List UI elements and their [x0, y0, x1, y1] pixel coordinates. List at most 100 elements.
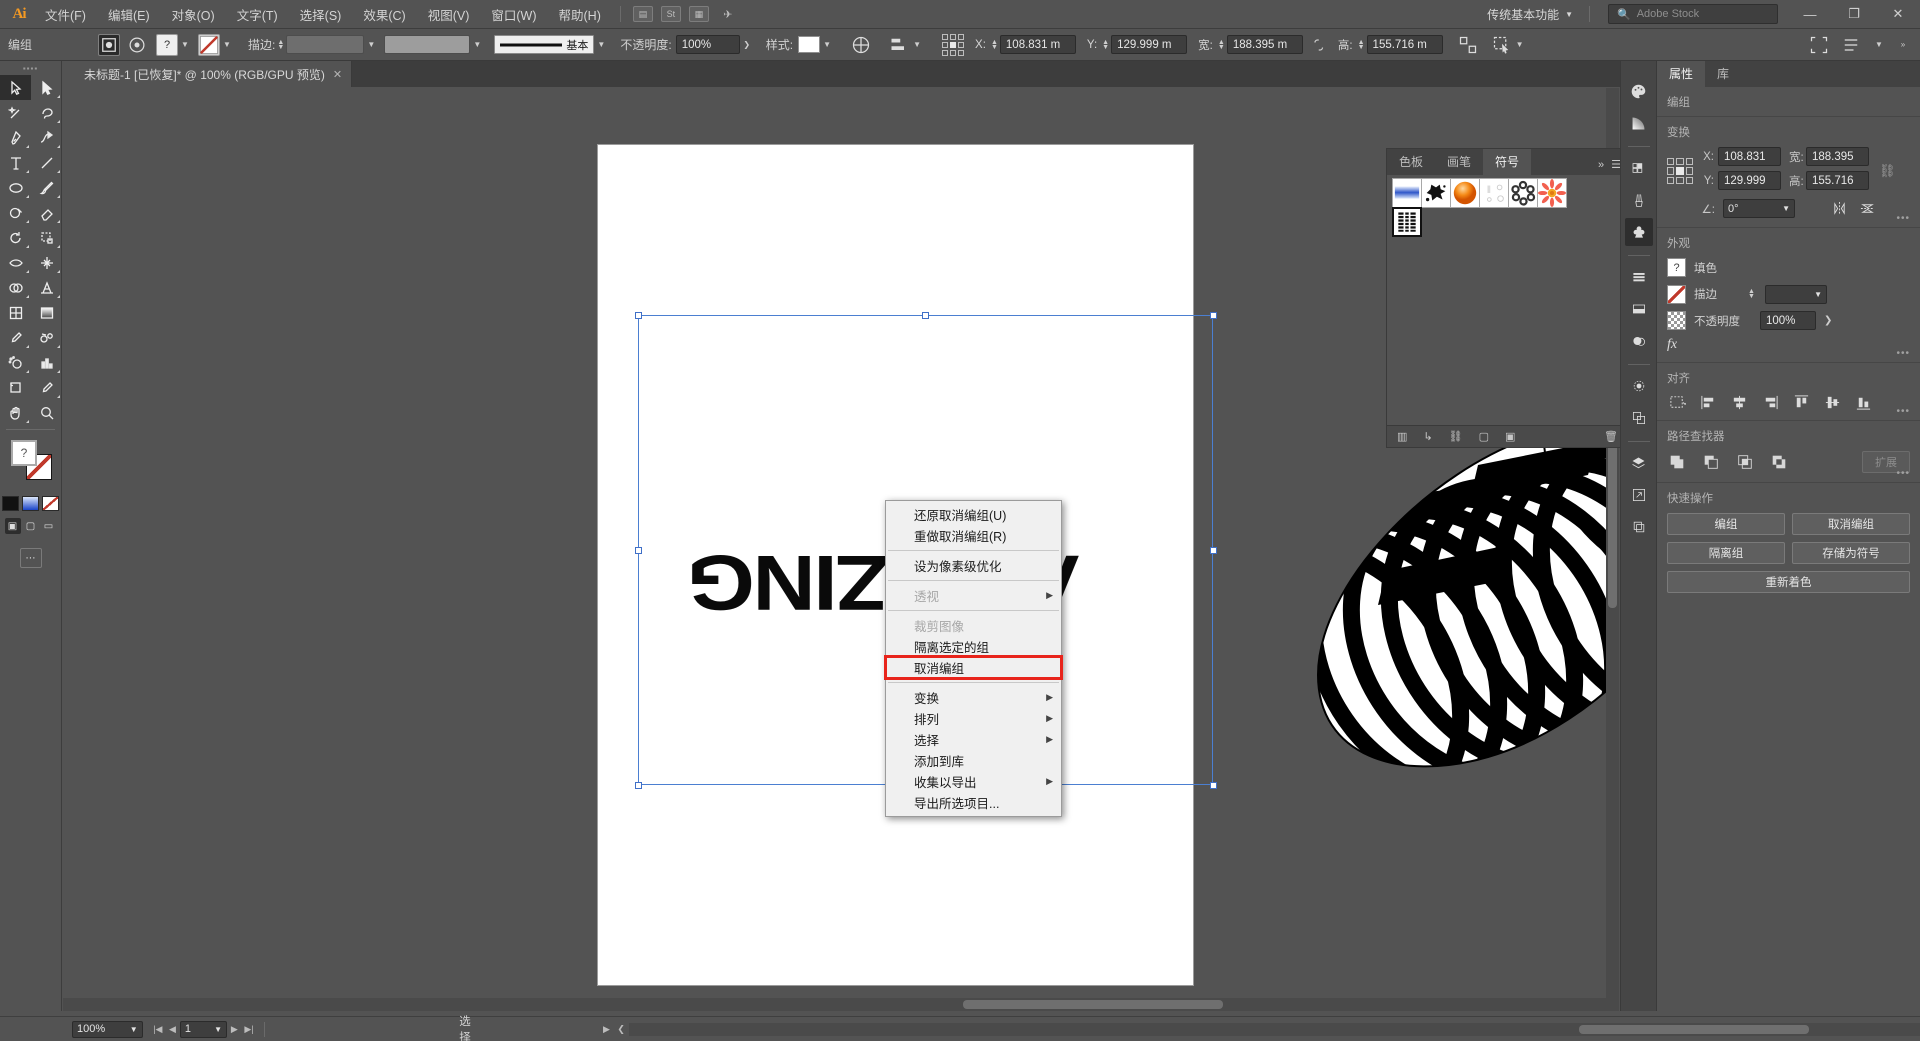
flip-vertical-icon[interactable]	[1857, 200, 1877, 218]
tab-libraries[interactable]: 库	[1705, 61, 1741, 87]
column-graph-tool[interactable]	[31, 350, 62, 375]
context-menu-item-ungroup[interactable]: 取消编组	[886, 657, 1061, 678]
quick-action-recolor-button[interactable]: 重新着色	[1667, 571, 1910, 593]
stroke-weight-chevron-icon[interactable]: ▼	[364, 35, 378, 55]
variable-width-chevron-icon[interactable]: ▼	[470, 35, 484, 55]
minimize-button[interactable]: —	[1788, 0, 1832, 29]
edit-toolbar-icon[interactable]: ⋯	[20, 548, 42, 568]
transform-reference-point[interactable]	[942, 34, 964, 56]
zoom-tool[interactable]	[31, 400, 62, 425]
select-menu-chevron-icon[interactable]: ▼	[1513, 35, 1527, 55]
align-options-icon[interactable]	[888, 34, 910, 56]
tab-properties[interactable]: 属性	[1657, 61, 1705, 87]
magic-wand-tool[interactable]	[0, 100, 31, 125]
width-tool[interactable]	[0, 250, 31, 275]
blend-tool[interactable]	[31, 325, 62, 350]
context-menu-item-pixel-perfect[interactable]: 设为像素级优化	[886, 555, 1061, 576]
tab-symbols[interactable]: 符号	[1483, 149, 1531, 175]
stroke-variable-width-input[interactable]	[384, 35, 470, 54]
canvas-horizontal-scrollbar[interactable]	[63, 998, 1606, 1011]
rail-pathfinder-icon[interactable]	[1625, 295, 1653, 323]
selection-handle-tc[interactable]	[922, 312, 929, 319]
menu-object[interactable]: 对象(O)	[161, 2, 226, 27]
appearance-opacity-input[interactable]: 100%	[1760, 311, 1816, 330]
color-mode-gradient[interactable]	[22, 496, 39, 511]
transform-height-input[interactable]: 155.716	[1806, 171, 1869, 190]
status-horizontal-scrollbar[interactable]	[629, 1023, 1920, 1036]
hand-tool[interactable]	[0, 400, 31, 425]
status-expand-icon[interactable]: ▶	[599, 1021, 614, 1038]
arrange-fullscreen-icon[interactable]	[1808, 34, 1830, 56]
eyedropper-tool[interactable]	[0, 325, 31, 350]
stroke-color-swatch[interactable]	[198, 34, 220, 56]
toolbar-grip[interactable]: ▪▪▪▪	[0, 61, 61, 75]
direct-selection-tool[interactable]	[31, 75, 62, 100]
context-menu-item-export-selection[interactable]: 导出所选项目...	[886, 792, 1061, 813]
collapse-panel-icon[interactable]: »	[1598, 159, 1604, 171]
type-tool[interactable]	[0, 150, 31, 175]
y-input[interactable]: 129.999 m	[1111, 35, 1187, 54]
rail-align-icon[interactable]	[1625, 263, 1653, 291]
menu-help[interactable]: 帮助(H)	[548, 2, 612, 27]
brush-definition-select[interactable]: 基本	[494, 35, 594, 54]
opacity-expand-icon[interactable]: ❯	[1824, 315, 1832, 326]
minus-front-icon[interactable]	[1701, 453, 1721, 471]
rail-gradient-icon[interactable]	[1625, 109, 1653, 137]
lasso-tool[interactable]	[31, 100, 62, 125]
selection-handle-bl[interactable]	[635, 782, 642, 789]
stock-search-input[interactable]: 🔍 Adobe Stock	[1608, 4, 1778, 24]
y-stepper[interactable]: ▲▼	[1100, 35, 1111, 55]
appearance-opacity-swatch[interactable]	[1667, 311, 1686, 330]
status-collapse-icon[interactable]: ❮	[614, 1021, 629, 1038]
align-more-options-icon[interactable]: •••	[1896, 406, 1910, 417]
tab-swatches[interactable]: 色板	[1387, 149, 1435, 175]
curvature-tool[interactable]	[31, 125, 62, 150]
symbol-amazing-art[interactable]	[1392, 207, 1422, 237]
symbol-gradient-bar[interactable]	[1392, 178, 1422, 208]
transform-reference-point-picker[interactable]	[1667, 158, 1693, 184]
quick-action-isolate-group-button[interactable]: 隔离组	[1667, 542, 1785, 564]
restore-button[interactable]: ❐	[1832, 0, 1876, 29]
rail-layers-icon[interactable]	[1625, 449, 1653, 477]
transform-more-options-icon[interactable]: •••	[1896, 213, 1910, 224]
rail-brushes-icon[interactable]	[1625, 186, 1653, 214]
paintbrush-tool[interactable]	[31, 175, 62, 200]
arrange-documents-icon[interactable]: ▤	[633, 6, 653, 22]
align-to-selection-icon[interactable]	[1667, 393, 1687, 411]
free-transform-tool[interactable]	[31, 250, 62, 275]
align-chevron-down-icon[interactable]: ▼	[910, 35, 924, 55]
rail-appearance-icon[interactable]	[1625, 372, 1653, 400]
transform-width-input[interactable]: 188.395	[1806, 147, 1869, 166]
break-link-icon[interactable]: ⛓	[1449, 430, 1463, 443]
intersect-icon[interactable]	[1735, 453, 1755, 471]
context-menu-item-select[interactable]: 选择 ▶	[886, 729, 1061, 750]
align-vertical-center-icon[interactable]	[1822, 393, 1842, 411]
exclude-icon[interactable]	[1769, 453, 1789, 471]
slice-tool[interactable]	[31, 375, 62, 400]
normal-screen-mode-icon[interactable]: ▣	[5, 518, 21, 534]
appearance-stroke-swatch[interactable]	[1667, 285, 1686, 304]
select-menu-icon[interactable]	[1491, 34, 1513, 56]
symbol-orange-orb[interactable]	[1450, 178, 1480, 208]
rail-swatches-icon[interactable]	[1625, 154, 1653, 182]
unite-icon[interactable]	[1667, 453, 1687, 471]
fill-color-swatch[interactable]: ?	[156, 34, 178, 56]
align-right-icon[interactable]	[1760, 393, 1780, 411]
selection-tool[interactable]	[0, 75, 31, 100]
place-symbol-instance-icon[interactable]: ↳	[1423, 430, 1432, 443]
mesh-tool[interactable]	[0, 300, 31, 325]
symbol-sprayer-tool[interactable]	[0, 350, 31, 375]
context-menu-item-collect-for-export[interactable]: 收集以导出 ▶	[886, 771, 1061, 792]
pen-tool[interactable]	[0, 125, 31, 150]
align-horizontal-center-icon[interactable]	[1729, 393, 1749, 411]
menu-file[interactable]: 文件(F)	[34, 2, 97, 27]
stroke-chevron-down-icon[interactable]: ▼	[220, 35, 234, 55]
style-chevron-down-icon[interactable]: ▼	[820, 35, 834, 55]
symbol-red-flower[interactable]	[1537, 178, 1567, 208]
selection-handle-br[interactable]	[1210, 782, 1217, 789]
appearance-fx-button[interactable]: fx	[1667, 337, 1910, 353]
width-input[interactable]: 188.395 m	[1227, 35, 1303, 54]
rotate-tool[interactable]	[0, 225, 31, 250]
menu-edit[interactable]: 编辑(E)	[97, 2, 161, 27]
previous-artboard-button[interactable]: ◀	[165, 1021, 180, 1038]
